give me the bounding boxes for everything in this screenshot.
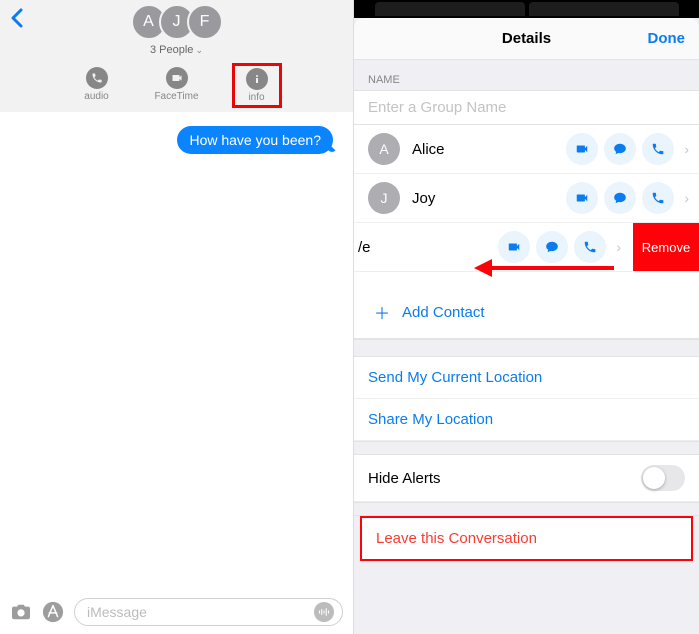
plus-icon: ＋ — [374, 300, 390, 324]
message-icon[interactable] — [604, 133, 636, 165]
group-name-field[interactable]: Enter a Group Name — [354, 90, 699, 125]
participant-row[interactable]: J Joy › — [354, 174, 699, 223]
stacked-cards-bg — [354, 0, 699, 18]
audio-wave-icon[interactable] — [314, 602, 334, 622]
participant-name: Joy — [412, 190, 566, 207]
header-actions: audio FaceTime info — [0, 63, 353, 108]
chat-header: A J F 3 People⌄ audio FaceTime — [0, 0, 353, 112]
annotation-highlight: Leave this Conversation — [360, 516, 693, 561]
name-section-label: NAME — [354, 60, 699, 90]
chevron-down-icon: ⌄ — [195, 45, 203, 55]
participant-name: Alice — [412, 141, 566, 158]
phone-icon — [86, 67, 108, 89]
add-contact-button[interactable]: ＋ Add Contact — [354, 272, 699, 339]
hide-alerts-toggle[interactable] — [641, 465, 685, 491]
video-icon[interactable] — [566, 133, 598, 165]
people-count[interactable]: 3 People⌄ — [0, 44, 353, 56]
add-contact-label: Add Contact — [402, 304, 485, 321]
phone-icon[interactable] — [642, 133, 674, 165]
send-location-button[interactable]: Send My Current Location — [354, 357, 699, 399]
disclosure-icon: › — [684, 141, 689, 157]
messages-chat-screen: A J F 3 People⌄ audio FaceTime — [0, 0, 354, 634]
remove-button[interactable]: Remove — [633, 223, 699, 271]
appstore-icon[interactable] — [42, 601, 64, 623]
participant-name: /e — [358, 239, 498, 256]
chat-body: How have you been? — [0, 112, 353, 590]
input-placeholder: iMessage — [87, 604, 147, 620]
hide-alerts-label: Hide Alerts — [368, 470, 441, 487]
back-button[interactable] — [10, 8, 24, 28]
message-icon[interactable] — [604, 182, 636, 214]
facetime-button[interactable]: FaceTime — [152, 63, 202, 108]
group-avatars[interactable]: A J F — [131, 4, 223, 40]
avatar: A — [368, 133, 400, 165]
info-icon — [246, 68, 268, 90]
phone-icon[interactable] — [642, 182, 674, 214]
outgoing-message[interactable]: How have you been? — [177, 126, 333, 154]
message-input[interactable]: iMessage — [74, 598, 343, 626]
annotation-arrow — [474, 259, 614, 275]
done-button[interactable]: Done — [648, 30, 686, 47]
chat-input-bar: iMessage — [0, 590, 353, 634]
participant-row[interactable]: A Alice › — [354, 125, 699, 174]
participants-list: A Alice › J Joy › /e — [354, 125, 699, 339]
disclosure-icon: › — [684, 190, 689, 206]
details-header: Details Done — [354, 18, 699, 60]
details-title: Details — [502, 30, 551, 47]
video-icon[interactable] — [566, 182, 598, 214]
video-icon — [166, 67, 188, 89]
disclosure-icon: › — [616, 239, 621, 255]
audio-button[interactable]: audio — [72, 63, 122, 108]
avatar: J — [368, 182, 400, 214]
audio-label: audio — [84, 91, 108, 102]
hide-alerts-row: Hide Alerts — [354, 455, 699, 502]
info-button[interactable]: info — [232, 63, 282, 108]
info-label: info — [248, 92, 264, 103]
leave-conversation-button[interactable]: Leave this Conversation — [362, 518, 691, 559]
share-location-button[interactable]: Share My Location — [354, 399, 699, 441]
facetime-label: FaceTime — [154, 91, 198, 102]
details-screen: Details Done NAME Enter a Group Name A A… — [354, 0, 699, 634]
avatar: F — [187, 4, 223, 40]
camera-icon[interactable] — [10, 603, 32, 621]
